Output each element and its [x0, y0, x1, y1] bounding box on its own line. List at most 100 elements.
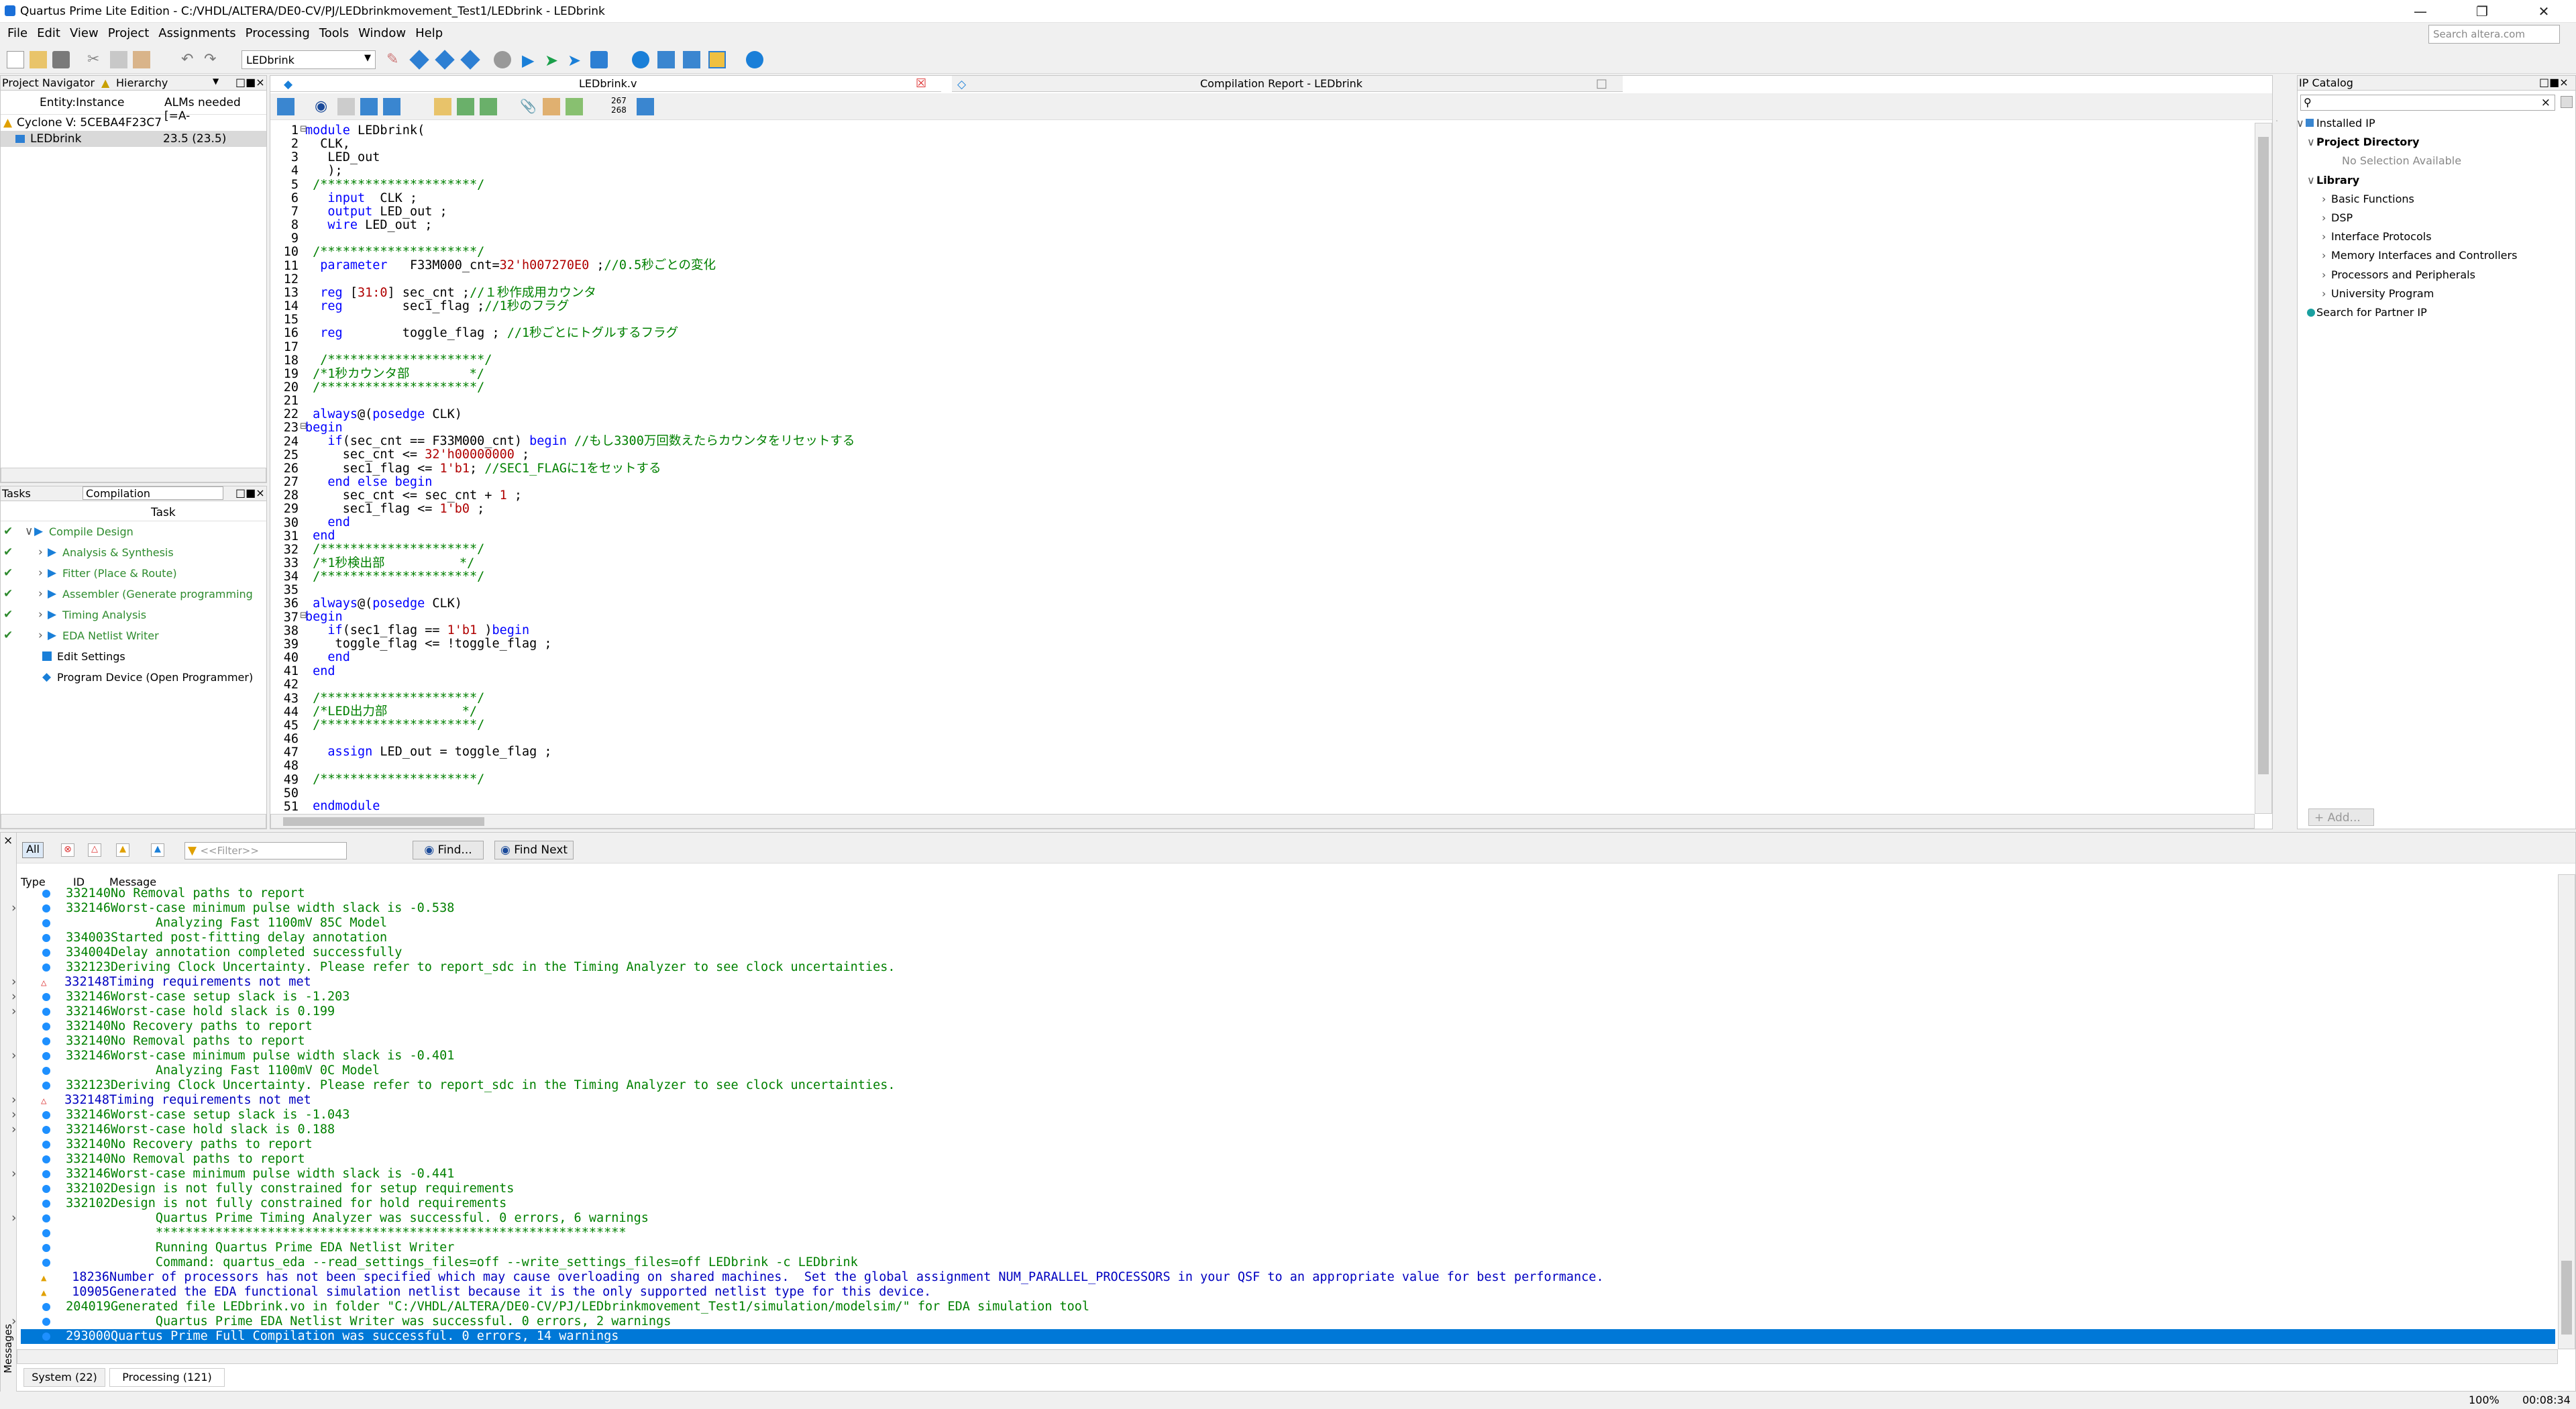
messages-hscrollbar[interactable] [17, 1349, 2558, 1364]
code-line[interactable]: /*1秒カウンタ部 */ [305, 367, 855, 381]
chevron-right-icon[interactable]: › [2322, 287, 2326, 300]
message-row[interactable]: Analyzing Fast 1100mV 0C Model [21, 1063, 2555, 1078]
save-icon[interactable] [52, 51, 70, 68]
menu-view[interactable]: View [65, 23, 103, 44]
task-row[interactable]: ✔ › ▶ EDA Netlist Writer [1, 625, 266, 646]
edit-pencil-icon[interactable]: ✎ [386, 51, 404, 68]
code-line[interactable] [305, 395, 855, 408]
code-line[interactable]: reg toggle_flag ; //1秒ごとにトグルするフラグ [305, 327, 855, 340]
message-row[interactable]: 332140No Recovery paths to report [21, 1019, 2555, 1034]
task-row[interactable]: ✔ ∨ ▶ Compile Design [1, 521, 266, 542]
chevron-right-icon[interactable]: › [10, 1049, 17, 1063]
code-line[interactable]: begin [305, 610, 855, 624]
chevron-right-icon[interactable]: › [10, 975, 17, 990]
chevron-down-icon[interactable]: ∨ [2296, 117, 2304, 129]
code-line[interactable]: LED_out [305, 151, 855, 164]
message-row[interactable]: 332123Deriving Clock Uncertainty. Please… [21, 1078, 2555, 1093]
chevron-right-icon[interactable]: › [10, 1314, 17, 1329]
ip-catalog-options-icon[interactable] [2561, 96, 2573, 108]
menu-file[interactable]: File [3, 23, 32, 44]
code-text[interactable]: module LEDbrink( CLK, LED_out ); /******… [305, 123, 855, 813]
ip-tree-item[interactable]: › Basic Functions [2298, 191, 2575, 209]
device-row[interactable]: ▲ Cyclone V: 5CEBA4F23C7 [1, 115, 266, 131]
code-line[interactable]: input CLK ; [305, 191, 855, 205]
find-next-button[interactable]: ◉ Find Next [494, 841, 574, 859]
panel-options-icon[interactable]: × [3, 834, 13, 847]
code-line[interactable] [305, 786, 855, 800]
task-row[interactable]: ✔ › ▶ Assembler (Generate programming [1, 584, 266, 605]
chevron-right-icon[interactable]: › [2322, 249, 2326, 262]
hierarchy-view-icon[interactable] [277, 98, 294, 115]
redo-icon[interactable]: ↷ [204, 51, 221, 68]
chevron-right-icon[interactable]: › [38, 584, 43, 605]
message-row[interactable]: 332123Deriving Clock Uncertainty. Please… [21, 960, 2555, 975]
code-line[interactable]: /*********************/ [305, 246, 855, 259]
editor-vscrollbar[interactable] [2255, 123, 2272, 814]
close-tab-icon[interactable]: ☒ [916, 76, 926, 91]
menu-window[interactable]: Window [354, 23, 411, 44]
message-row[interactable]: 332140No Removal paths to report [21, 1034, 2555, 1049]
code-line[interactable]: sec_cnt <= 32'h00000000 ; [305, 448, 855, 462]
code-line[interactable]: sec1_flag <= 1'b0 ; [305, 502, 855, 516]
restore-icon[interactable]: ❐ [2451, 0, 2513, 23]
code-line[interactable] [305, 678, 855, 692]
chevron-right-icon[interactable]: › [2322, 268, 2326, 281]
cut-icon[interactable]: ✂ [87, 51, 105, 68]
code-line[interactable]: endmodule [305, 799, 855, 813]
chevron-right-icon[interactable]: › [10, 1167, 17, 1182]
chevron-right-icon[interactable]: › [10, 1093, 17, 1108]
start-compilation-icon[interactable]: ▶ [522, 51, 539, 70]
message-row[interactable]: › 332146Worst-case setup slack is -1.043 [10, 1108, 2555, 1123]
code-line[interactable]: /*1秒検出部 */ [305, 556, 855, 570]
code-line[interactable] [305, 273, 855, 286]
code-line[interactable] [305, 584, 855, 597]
task-row[interactable]: ✔ › ▶ Fitter (Place & Route) [1, 563, 266, 584]
code-line[interactable]: toggle_flag <= !toggle_flag ; [305, 637, 855, 651]
code-line[interactable] [305, 732, 855, 745]
code-line[interactable]: if(sec1_flag == 1'b1 )begin [305, 624, 855, 637]
scroll-thumb[interactable] [2561, 1261, 2572, 1335]
fitter-icon[interactable]: ➤ [568, 51, 585, 70]
play-icon[interactable]: ▶ [48, 584, 56, 605]
code-line[interactable]: end [305, 516, 855, 529]
task-row[interactable]: ✔ › ▶ Analysis & Synthesis [1, 542, 266, 563]
settings-icon[interactable] [42, 651, 52, 661]
message-filter-input[interactable]: ▼ <<Filter>> [184, 842, 347, 859]
line-number-toggle[interactable]: 267 268 [611, 96, 627, 115]
open-folder-icon[interactable] [30, 51, 47, 68]
ip-tree-item[interactable]: › Processors and Peripherals [2298, 266, 2575, 285]
scroll-thumb[interactable] [283, 817, 484, 826]
tasks-hscrollbar[interactable] [1, 814, 266, 829]
navigator-hscrollbar[interactable] [1, 468, 266, 482]
ip-tree-item[interactable]: ∨ Installed IP [2296, 115, 2575, 134]
code-line[interactable]: output LED_out ; [305, 205, 855, 219]
code-line[interactable]: assign LED_out = toggle_flag ; [305, 745, 855, 759]
code-line[interactable]: end else begin [305, 475, 855, 489]
chevron-right-icon[interactable]: › [38, 563, 43, 584]
netlist-viewer-icon[interactable] [657, 51, 675, 68]
ip-tree-item[interactable]: ∨ Project Directory [2298, 134, 2575, 152]
ip-tree-item[interactable]: › Interface Protocols [2298, 228, 2575, 247]
fold-icon[interactable]: ⊟ [300, 421, 307, 431]
messages-vscrollbar[interactable] [2558, 874, 2575, 1349]
code-line[interactable]: /*********************/ [305, 772, 855, 786]
code-line[interactable]: parameter F33M000_cnt=32'h007270E0 ;//0.… [305, 259, 855, 272]
copy-icon[interactable] [110, 51, 127, 68]
code-line[interactable]: ); [305, 164, 855, 178]
message-row[interactable]: Running Quartus Prime EDA Netlist Writer [21, 1241, 2555, 1255]
tab-ledbrink-v[interactable]: ◆ LEDbrink.v ☒ [270, 76, 941, 92]
attach-icon[interactable]: 📎 [520, 98, 537, 115]
panel-options-icon[interactable]: □■× [235, 76, 265, 89]
chip-planner-icon[interactable] [632, 51, 649, 68]
fold-icon[interactable]: ⊟ [300, 124, 307, 134]
navigator-view-select[interactable]: Hierarchy [116, 76, 168, 89]
message-row[interactable]: 332102Design is not fully constrained fo… [21, 1196, 2555, 1211]
bookmark-icon[interactable] [434, 98, 451, 115]
message-row[interactable]: › 332146Worst-case minimum pulse width sl… [10, 1049, 2555, 1063]
code-line[interactable]: /*********************/ [305, 570, 855, 584]
code-line[interactable]: end [305, 651, 855, 664]
tab-compilation-report[interactable]: ◇ Compilation Report - LEDbrink □ [952, 76, 1623, 92]
assignment-editor-icon[interactable] [409, 50, 429, 70]
ip-tree-item[interactable]: › Memory Interfaces and Controllers [2298, 247, 2575, 266]
close-icon[interactable]: ✕ [2513, 0, 2575, 23]
